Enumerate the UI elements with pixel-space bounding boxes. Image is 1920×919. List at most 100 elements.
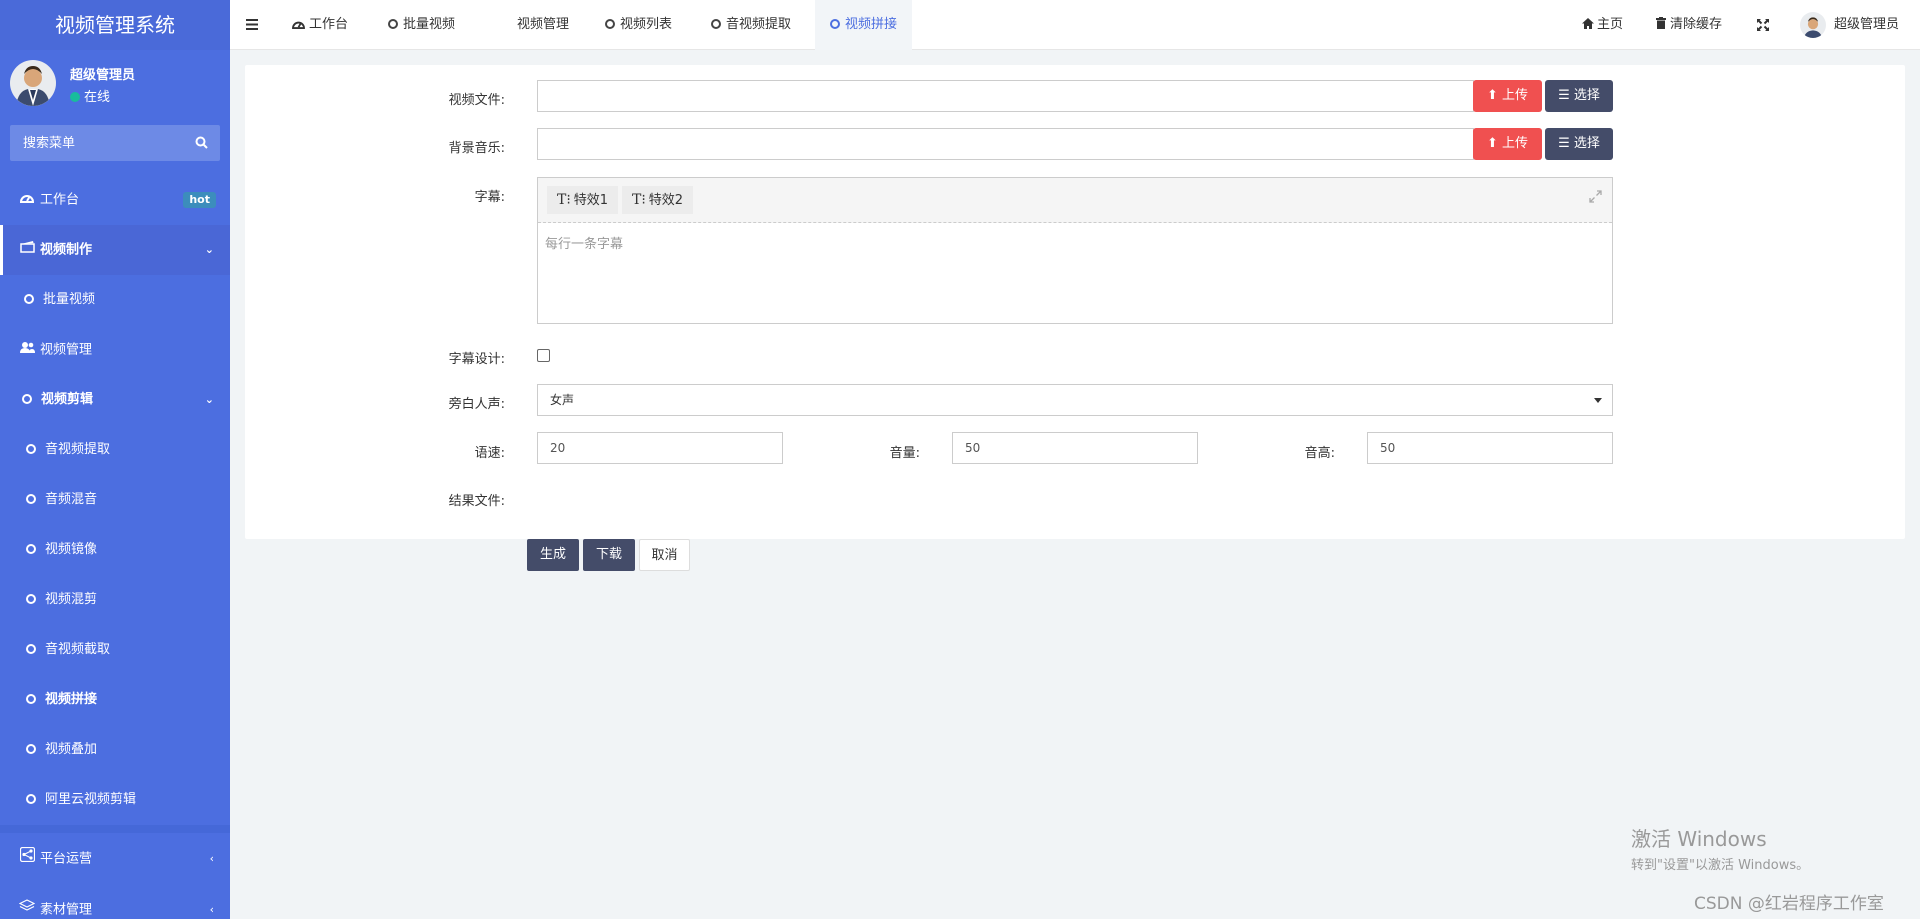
topbar: 工作台 批量视频 视频管理 视频列表 音视频提取 视频拼接 主页 清除缓存 超级… bbox=[230, 0, 1920, 50]
watermark-title: 激活 Windows bbox=[1631, 827, 1767, 851]
sidebar-item-label: 视频管理 bbox=[40, 342, 93, 358]
circle-icon bbox=[22, 394, 32, 404]
sidebar-item-aliyun-edit[interactable]: 阿里云视频剪辑 bbox=[0, 775, 230, 825]
subtitle-editor: T⁝ 特效1 T⁝ 特效2 bbox=[537, 177, 1613, 324]
menu-toggle-icon[interactable] bbox=[246, 0, 258, 50]
sidebar-item-label: 阿里云视频剪辑 bbox=[45, 792, 137, 807]
users-icon bbox=[18, 325, 36, 375]
sidebar-item-video-editing[interactable]: 视频剪辑 ⌄ bbox=[0, 375, 230, 425]
narrator-select[interactable]: 女声 bbox=[537, 384, 1613, 416]
list-icon: ☰ bbox=[1558, 88, 1574, 103]
dashboard-icon bbox=[292, 17, 309, 32]
circle-icon bbox=[26, 594, 36, 604]
status-text: 在线 bbox=[84, 90, 111, 105]
sidebar-item-dashboard[interactable]: 工作台 hot bbox=[0, 175, 230, 225]
user-status: 在线 bbox=[70, 86, 110, 105]
chevron-down-icon: ⌄ bbox=[204, 393, 214, 406]
speed-label: 语速: bbox=[474, 446, 505, 461]
sidebar-item-audio-mix[interactable]: 音频混音 bbox=[0, 475, 230, 525]
subtitle-design-checkbox[interactable] bbox=[537, 349, 550, 362]
layers-icon bbox=[18, 885, 36, 919]
sidebar-item-video-management[interactable]: 视频管理 bbox=[0, 325, 230, 375]
tab-batch-video[interactable]: 批量视频 bbox=[388, 0, 455, 50]
tab-video-list[interactable]: 视频列表 bbox=[605, 0, 672, 50]
expand-icon[interactable] bbox=[1589, 190, 1602, 207]
clear-cache-link[interactable]: 清除缓存 bbox=[1656, 0, 1722, 50]
sidebar-item-label: 音视频提取 bbox=[45, 442, 111, 457]
effect2-label: 特效2 bbox=[648, 193, 684, 208]
user-menu[interactable]: 超级管理员 bbox=[1800, 0, 1899, 50]
upload-music-button[interactable]: ⬆ 上传 bbox=[1473, 128, 1542, 160]
upload-label: 上传 bbox=[1502, 136, 1529, 151]
tab-label: 工作台 bbox=[309, 17, 349, 32]
sidebar-item-video-concat[interactable]: 视频拼接 bbox=[0, 675, 230, 725]
tab-video-management[interactable]: 视频管理 bbox=[517, 0, 569, 50]
tab-label: 视频列表 bbox=[620, 17, 673, 32]
tab-label: 音视频提取 bbox=[726, 17, 792, 32]
download-button[interactable]: 下载 bbox=[583, 539, 635, 571]
tab-dashboard[interactable]: 工作台 bbox=[292, 0, 348, 50]
effect2-button[interactable]: T⁝ 特效2 bbox=[622, 186, 694, 214]
pitch-label: 音高: bbox=[1304, 446, 1335, 461]
avatar bbox=[1800, 11, 1826, 38]
editor-toolbar: T⁝ 特效1 T⁝ 特效2 bbox=[538, 178, 1612, 223]
tab-video-concat[interactable]: 视频拼接 bbox=[815, 0, 913, 50]
circle-icon bbox=[26, 644, 36, 654]
sidebar-item-video-production[interactable]: 视频制作 ⌄ bbox=[0, 225, 230, 275]
sidebar-item-label: 视频剪辑 bbox=[41, 392, 94, 407]
video-file-label: 视频文件: bbox=[448, 93, 505, 108]
select-label: 选择 bbox=[1573, 136, 1600, 151]
caret-down-icon bbox=[1594, 398, 1602, 403]
subtitle-textarea[interactable] bbox=[538, 223, 1612, 323]
upload-video-button[interactable]: ⬆ 上传 bbox=[1473, 80, 1542, 112]
circle-icon bbox=[605, 19, 615, 29]
csdn-credit: CSDN @红岩程序工作室 bbox=[1694, 894, 1884, 914]
search-input[interactable] bbox=[10, 125, 180, 161]
tab-av-extract[interactable]: 音视频提取 bbox=[711, 0, 791, 50]
subtitle-design-label: 字幕设计: bbox=[448, 352, 505, 367]
circle-icon bbox=[26, 544, 36, 554]
select-video-button[interactable]: ☰ 选择 bbox=[1545, 80, 1613, 112]
fullscreen-icon[interactable] bbox=[1757, 0, 1769, 50]
sidebar-item-video-mirror[interactable]: 视频镜像 bbox=[0, 525, 230, 575]
volume-label: 音量: bbox=[889, 446, 920, 461]
generate-button[interactable]: 生成 bbox=[527, 539, 579, 571]
narrator-label: 旁白人声: bbox=[448, 397, 505, 412]
sidebar-item-label: 平台运营 bbox=[40, 851, 93, 867]
sidebar-item-label: 视频制作 bbox=[40, 242, 93, 258]
bg-music-input[interactable] bbox=[537, 128, 1474, 160]
sidebar-item-materials[interactable]: 素材管理 ‹ bbox=[0, 885, 230, 919]
cancel-button[interactable]: 取消 bbox=[639, 539, 690, 571]
video-file-input[interactable] bbox=[537, 80, 1474, 112]
windows-activation-watermark: 激活 Windows 转到"设置"以激活 Windows。 bbox=[1631, 823, 1809, 873]
tab-label: 批量视频 bbox=[403, 17, 456, 32]
pitch-input[interactable] bbox=[1367, 432, 1613, 464]
sidebar-item-label: 批量视频 bbox=[43, 292, 96, 307]
sidebar-item-video-remix[interactable]: 视频混剪 bbox=[0, 575, 230, 625]
effect1-button[interactable]: T⁝ 特效1 bbox=[547, 186, 619, 214]
volume-input[interactable] bbox=[952, 432, 1198, 464]
tab-label: 视频拼接 bbox=[845, 17, 898, 32]
home-link[interactable]: 主页 bbox=[1582, 0, 1623, 50]
circle-icon bbox=[711, 19, 721, 29]
menu-divider bbox=[0, 825, 230, 833]
select-music-button[interactable]: ☰ 选择 bbox=[1545, 128, 1613, 160]
sidebar-item-av-extract[interactable]: 音视频提取 bbox=[0, 425, 230, 475]
home-icon bbox=[1582, 17, 1597, 32]
sidebar-item-av-clip[interactable]: 音视频截取 bbox=[0, 625, 230, 675]
text-style-icon: T⁝ bbox=[557, 192, 571, 208]
search-icon[interactable] bbox=[195, 136, 208, 153]
circle-icon bbox=[26, 444, 36, 454]
sidebar-item-label: 音频混音 bbox=[45, 492, 98, 507]
sidebar-item-batch-video[interactable]: 批量视频 bbox=[0, 275, 230, 325]
film-icon bbox=[18, 225, 36, 275]
sidebar-item-video-overlay[interactable]: 视频叠加 bbox=[0, 725, 230, 775]
sidebar-item-platform-ops[interactable]: 平台运营 ‹ bbox=[0, 833, 230, 885]
speed-input[interactable] bbox=[537, 432, 783, 464]
home-label: 主页 bbox=[1597, 17, 1624, 32]
list-icon: ☰ bbox=[1558, 136, 1574, 151]
sidebar-item-label: 视频叠加 bbox=[45, 742, 98, 757]
effect1-label: 特效1 bbox=[573, 193, 609, 208]
app-title[interactable]: 视频管理系统 bbox=[0, 0, 230, 50]
avatar bbox=[10, 60, 56, 106]
